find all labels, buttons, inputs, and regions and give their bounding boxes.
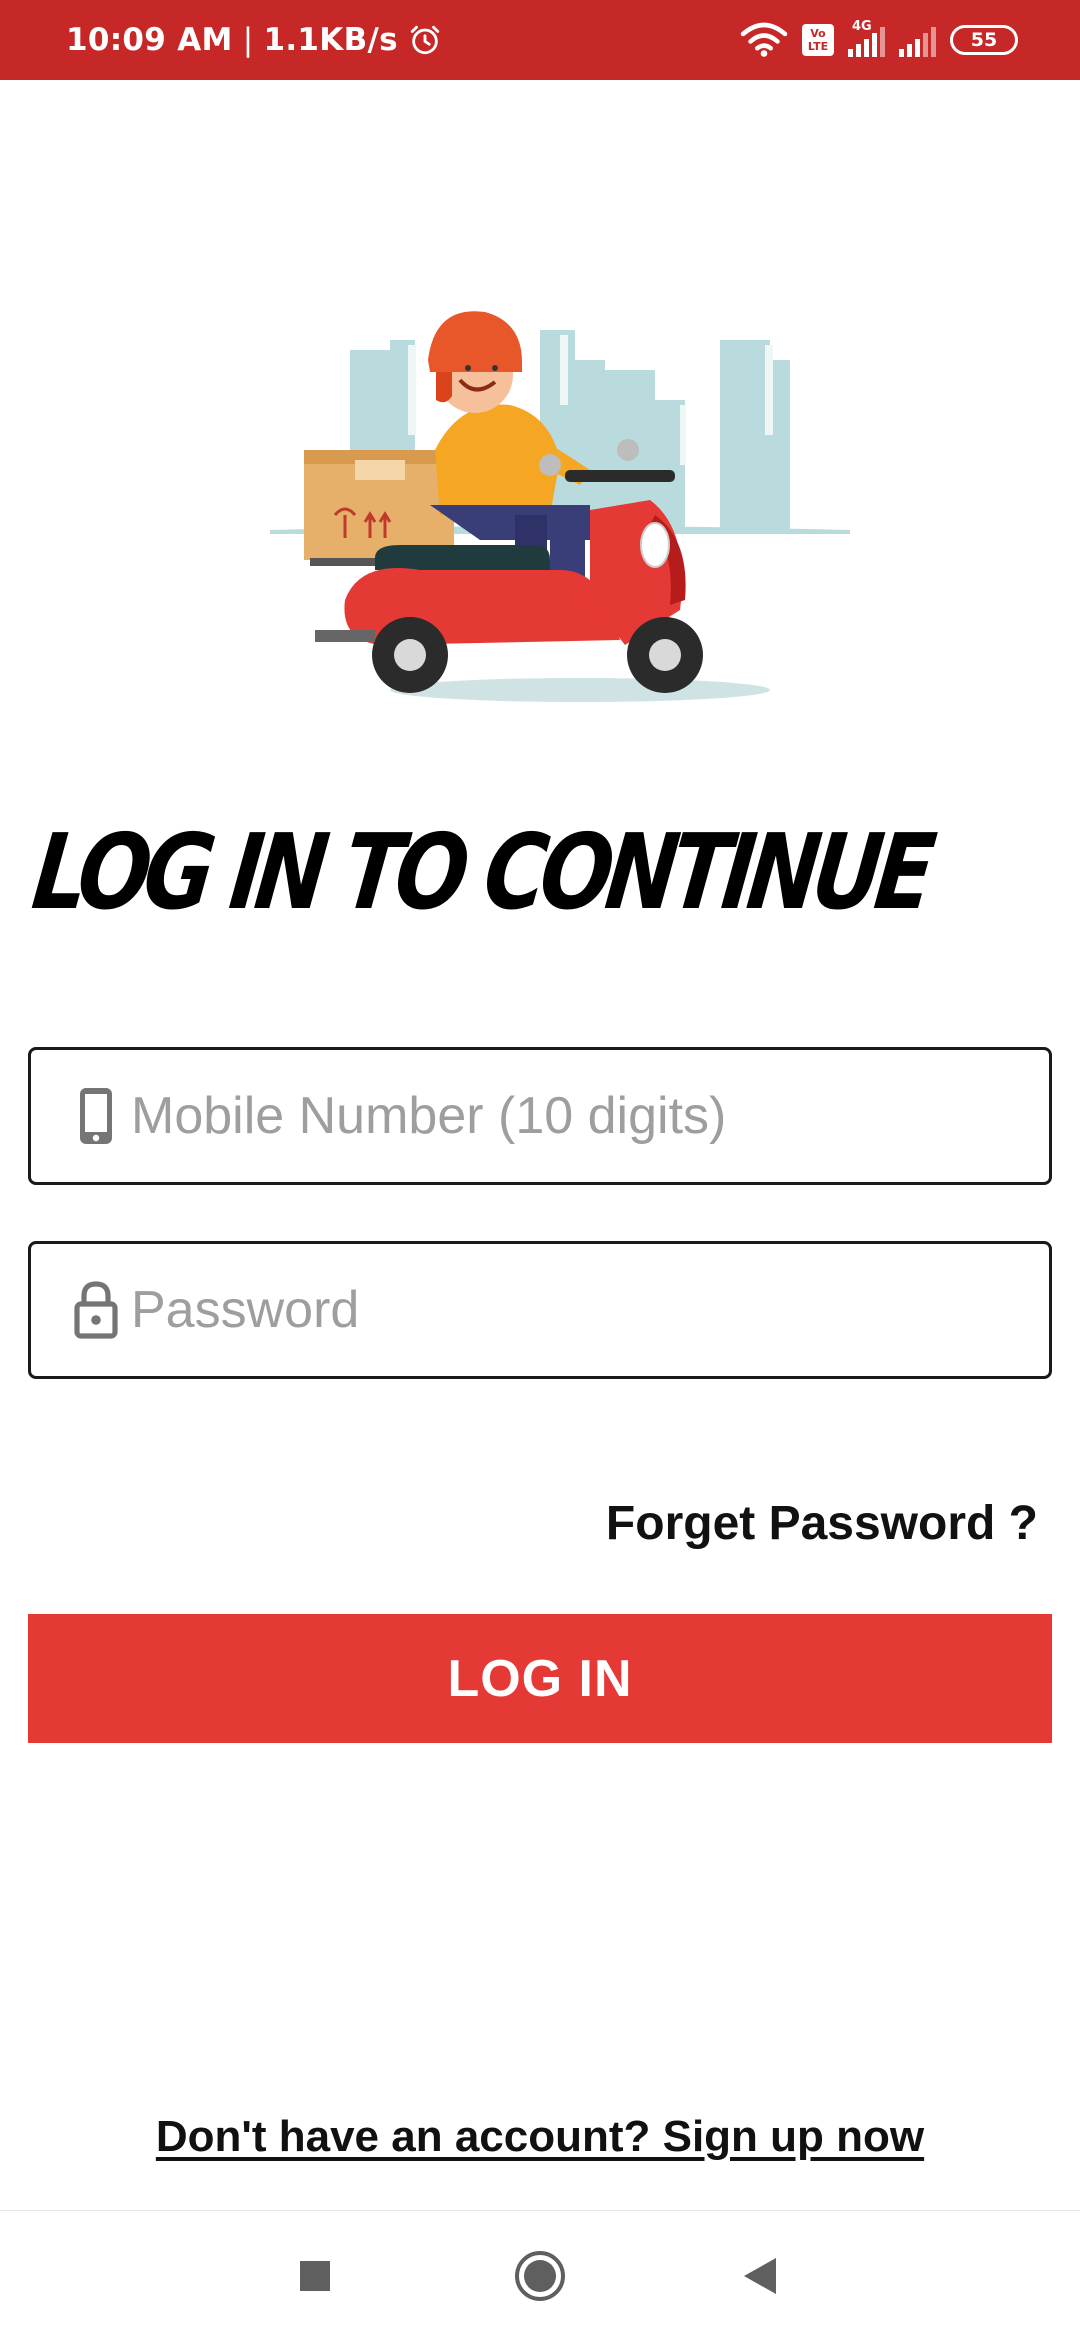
square-recents-icon[interactable]: [285, 2246, 345, 2306]
password-field[interactable]: [28, 1241, 1052, 1379]
signup-link[interactable]: Don't have an account? Sign up now: [0, 2112, 1080, 2162]
status-network-speed: 1.1KB/s: [263, 22, 398, 58]
mobile-phone-icon: [71, 1081, 121, 1151]
wifi-icon: [740, 22, 788, 58]
alarm-clock-icon: [408, 23, 442, 57]
status-bar: 10:09 AM | 1.1KB/s Vo LTE 4G 55: [0, 0, 1080, 80]
status-separator: |: [242, 22, 254, 58]
lock-icon: [71, 1275, 121, 1345]
delivery-scooter-illustration: [260, 300, 860, 720]
battery-indicator: 55: [950, 25, 1018, 55]
cellular-signal-2-icon: [899, 23, 936, 57]
status-left: 10:09 AM | 1.1KB/s: [66, 0, 442, 80]
forgot-password-link[interactable]: Forget Password ?: [606, 1496, 1038, 1551]
navigation-bar: [0, 2210, 1080, 2340]
login-button[interactable]: LOG IN: [28, 1614, 1052, 1743]
circle-home-icon[interactable]: [510, 2246, 570, 2306]
status-right: Vo LTE 4G 55: [740, 0, 1018, 80]
page-title: LOG IN TO CONTINUE: [26, 811, 935, 933]
battery-level: 55: [970, 29, 998, 51]
status-time: 10:09 AM: [66, 22, 233, 58]
mobile-number-field[interactable]: [28, 1047, 1052, 1185]
triangle-back-icon[interactable]: [730, 2246, 790, 2306]
network-type-label: 4G: [852, 19, 872, 34]
password-input[interactable]: [131, 1270, 1011, 1350]
cellular-signal-icon: 4G: [848, 19, 885, 57]
volte-badge: Vo LTE: [802, 24, 834, 56]
mobile-number-input[interactable]: [131, 1076, 1011, 1156]
